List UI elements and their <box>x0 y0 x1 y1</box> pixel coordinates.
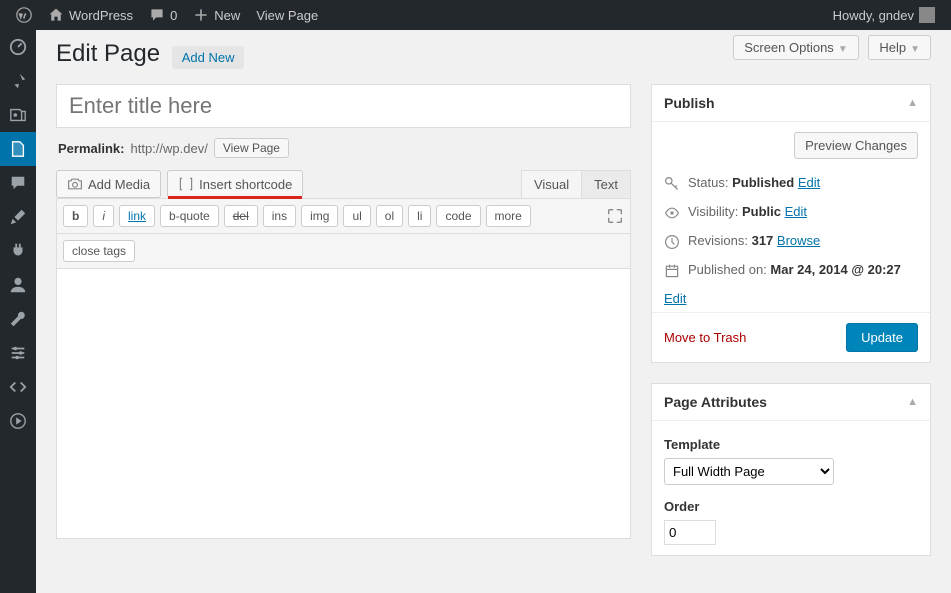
comment-icon <box>149 7 165 23</box>
tab-visual[interactable]: Visual <box>521 170 582 198</box>
chevron-down-icon: ▼ <box>838 44 848 55</box>
code-icon <box>9 378 27 396</box>
qt-ul[interactable]: ul <box>343 205 370 227</box>
menu-posts[interactable] <box>0 64 36 98</box>
edit-visibility-link[interactable]: Edit <box>785 204 807 219</box>
view-page-text: View Page <box>256 8 318 23</box>
menu-settings[interactable] <box>0 336 36 370</box>
play-icon <box>9 412 27 430</box>
site-name-link[interactable]: WordPress <box>40 0 141 30</box>
camera-icon <box>67 176 83 192</box>
publish-box-title: Publish <box>664 95 715 111</box>
key-icon <box>664 176 680 192</box>
menu-custom-2[interactable] <box>0 404 36 438</box>
help-button[interactable]: Help▼ <box>868 35 931 60</box>
content-editor[interactable] <box>56 269 631 539</box>
avatar <box>919 7 935 23</box>
qt-li[interactable]: li <box>408 205 431 227</box>
menu-pages[interactable] <box>0 132 36 166</box>
template-label: Template <box>664 437 918 452</box>
qt-italic[interactable]: i <box>93 205 114 227</box>
comments-icon <box>9 174 27 192</box>
screen-options-button[interactable]: Screen Options▼ <box>733 35 859 60</box>
new-label: New <box>214 8 240 23</box>
toggle-icon[interactable]: ▲ <box>907 97 918 109</box>
dashboard-icon <box>9 38 27 56</box>
brush-icon <box>9 208 27 226</box>
qt-code[interactable]: code <box>436 205 480 227</box>
menu-tools[interactable] <box>0 302 36 336</box>
shortcode-icon <box>178 176 194 192</box>
move-to-trash-link[interactable]: Move to Trash <box>664 330 746 345</box>
home-icon <box>48 7 64 23</box>
page-icon <box>9 140 27 158</box>
qt-bold[interactable]: b <box>63 205 88 227</box>
add-media-button[interactable]: Add Media <box>56 170 161 198</box>
quicktags-toolbar: b i link b-quote del ins img ul ol li co… <box>56 198 631 234</box>
wrench-icon <box>9 310 27 328</box>
qt-bquote[interactable]: b-quote <box>160 205 219 227</box>
media-icon <box>9 106 27 124</box>
view-page-button[interactable]: View Page <box>214 138 289 158</box>
eye-icon <box>664 205 680 221</box>
view-page-link[interactable]: View Page <box>248 0 326 30</box>
qt-more[interactable]: more <box>486 205 531 227</box>
user-icon <box>9 276 27 294</box>
tab-text[interactable]: Text <box>582 170 631 198</box>
edit-date-link[interactable]: Edit <box>664 291 686 306</box>
order-label: Order <box>664 499 918 514</box>
site-name-text: WordPress <box>69 8 133 23</box>
comments-link[interactable]: 0 <box>141 0 185 30</box>
order-input[interactable] <box>664 520 716 545</box>
comments-count: 0 <box>170 8 177 23</box>
howdy-text: Howdy, gndev <box>833 8 914 23</box>
browse-revisions-link[interactable]: Browse <box>777 233 820 248</box>
revisions-icon <box>664 234 680 250</box>
calendar-icon <box>664 263 680 279</box>
pin-icon <box>9 72 27 90</box>
wordpress-icon <box>16 7 32 23</box>
qt-img[interactable]: img <box>301 205 338 227</box>
wp-logo[interactable] <box>8 0 40 30</box>
fullscreen-button[interactable] <box>606 207 624 225</box>
menu-appearance[interactable] <box>0 200 36 234</box>
fullscreen-icon <box>606 207 624 225</box>
template-select[interactable]: Full Width Page <box>664 458 834 485</box>
sliders-icon <box>9 344 27 362</box>
update-button[interactable]: Update <box>846 323 918 352</box>
insert-shortcode-button[interactable]: Insert shortcode <box>167 170 303 198</box>
menu-dashboard[interactable] <box>0 30 36 64</box>
qt-ins[interactable]: ins <box>263 205 296 227</box>
edit-status-link[interactable]: Edit <box>798 175 820 190</box>
plugin-icon <box>9 242 27 260</box>
menu-plugins[interactable] <box>0 234 36 268</box>
attributes-box-title: Page Attributes <box>664 394 767 410</box>
toggle-icon[interactable]: ▲ <box>907 396 918 408</box>
qt-link[interactable]: link <box>119 205 155 227</box>
permalink-label: Permalink: <box>58 141 124 156</box>
chevron-down-icon: ▼ <box>910 44 920 55</box>
highlight-marker <box>168 196 302 199</box>
new-content-link[interactable]: New <box>185 0 248 30</box>
menu-comments[interactable] <box>0 166 36 200</box>
menu-media[interactable] <box>0 98 36 132</box>
menu-custom-1[interactable] <box>0 370 36 404</box>
qt-ol[interactable]: ol <box>376 205 403 227</box>
page-title: Edit Page <box>56 40 160 68</box>
title-input[interactable] <box>56 84 631 128</box>
plus-icon <box>193 7 209 23</box>
qt-close-tags[interactable]: close tags <box>63 240 135 262</box>
howdy-link[interactable]: Howdy, gndev <box>825 0 943 30</box>
menu-users[interactable] <box>0 268 36 302</box>
permalink-url: http://wp.dev/ <box>130 141 207 156</box>
preview-changes-button[interactable]: Preview Changes <box>794 132 918 159</box>
page-attributes-box: Page Attributes ▲ Template Full Width Pag… <box>651 383 931 556</box>
publish-box: Publish▲ Preview Changes Status: Publish… <box>651 84 931 363</box>
add-new-button[interactable]: Add New <box>172 46 245 69</box>
qt-del[interactable]: del <box>224 205 258 227</box>
